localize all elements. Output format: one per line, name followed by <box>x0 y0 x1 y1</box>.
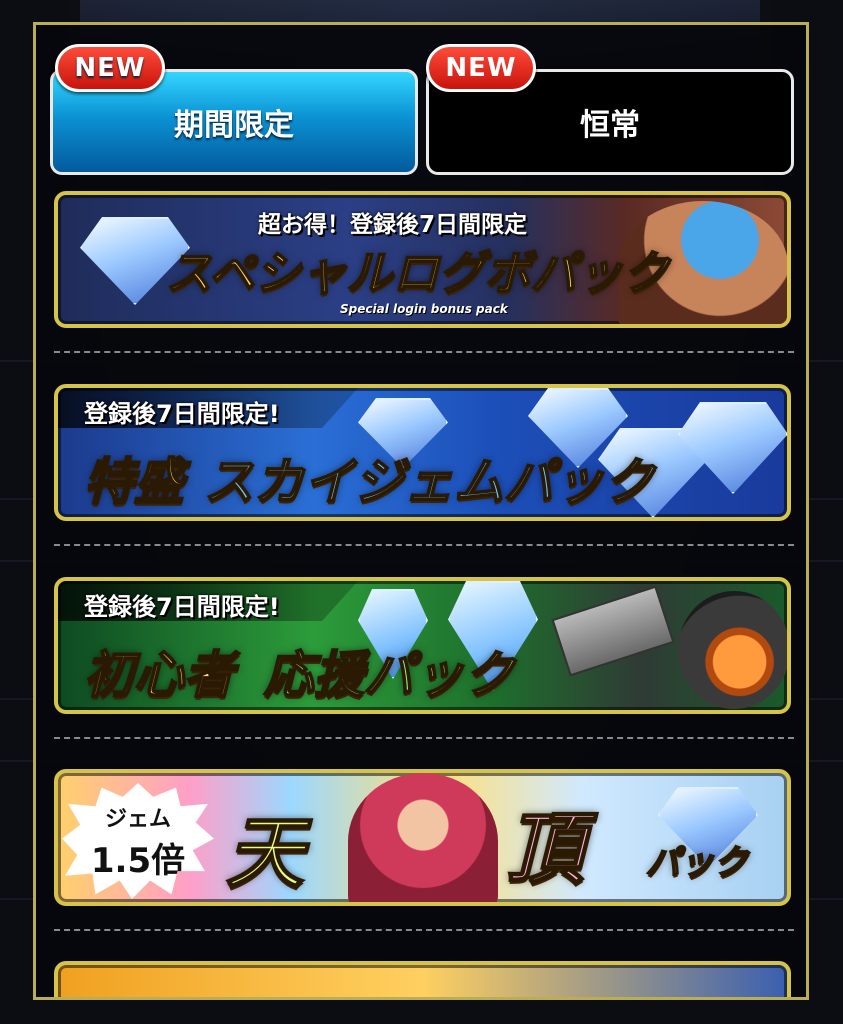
new-badge: NEW <box>426 44 536 92</box>
banner-title: スペシャルログボパック <box>165 245 670 301</box>
banner-tagline: 超お得！登録後7日間限定 <box>258 212 528 238</box>
banner-tagline: 登録後7日間限定! <box>84 593 280 621</box>
gem-icon <box>678 402 787 494</box>
shield-icon <box>678 591 787 709</box>
banner-title-part1: 特盛 <box>83 452 185 512</box>
gem-bonus-badge: ジェム 1.5倍 <box>62 783 214 899</box>
banner-title-part1: 天 <box>225 808 305 900</box>
banner-title-part3: パック <box>645 842 749 884</box>
divider <box>54 351 794 353</box>
tab-bar: 期間限定 NEW 恒常 NEW <box>50 44 795 175</box>
badge-top-label: ジェム <box>104 806 171 832</box>
divider <box>54 929 794 931</box>
banner-title-part2: 応援パック <box>263 645 515 705</box>
banner-subtitle: Special login bonus pack <box>340 302 508 316</box>
banner-title-part2: 頂 <box>505 804 585 896</box>
tab-limited-time-label: 期間限定 <box>174 108 294 143</box>
divider <box>54 544 794 546</box>
banner-beginner-support-pack[interactable]: 登録後7日間限定! 初心者 応援パック <box>54 577 791 714</box>
banner-special-login-bonus-pack[interactable]: 超お得！登録後7日間限定 スペシャルログボパック Special login b… <box>54 191 791 328</box>
tab-limited-time[interactable]: 期間限定 NEW <box>50 44 418 175</box>
hammer-icon <box>551 585 675 677</box>
pack-list-modal: 期間限定 NEW 恒常 NEW 超お得！登録後7日間限定 スペシャルログボパック… <box>33 22 809 1000</box>
banner-title-part1: 初心者 <box>83 645 235 705</box>
banner-partial[interactable] <box>54 961 791 997</box>
tab-regular[interactable]: 恒常 NEW <box>426 44 794 175</box>
banner-sky-gem-pack[interactable]: 登録後7日間限定! 特盛 スカイジェムパック <box>54 384 791 521</box>
character-art <box>348 773 498 902</box>
tab-regular-label: 恒常 <box>580 108 640 143</box>
divider <box>54 737 794 739</box>
new-badge: NEW <box>55 44 165 92</box>
badge-value: 1.5倍 <box>90 840 186 881</box>
banner-tagline: 登録後7日間限定! <box>84 400 280 428</box>
banner-title-part2: スカイジェムパック <box>203 452 655 512</box>
banner-tencho-pack[interactable]: ジェム 1.5倍 天 頂 パック <box>54 769 791 906</box>
